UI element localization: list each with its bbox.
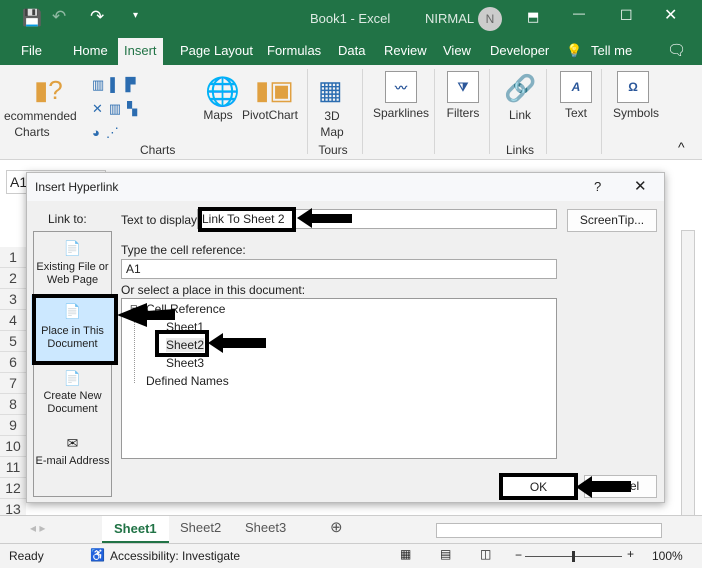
arrow-icon: [576, 476, 631, 498]
arrow-icon: [297, 208, 352, 228]
tab-data[interactable]: Data: [338, 43, 365, 58]
maps-button[interactable]: Maps: [200, 108, 236, 122]
customize-qat-icon[interactable]: ▾: [133, 10, 138, 21]
row-header[interactable]: 7: [0, 373, 26, 394]
vertical-scrollbar[interactable]: [681, 230, 695, 517]
globe-icon: 🌐: [205, 76, 240, 107]
chart-type-icons[interactable]: ▥▌▛ ✕▥▚ ◕⋰: [92, 73, 143, 145]
accessibility-icon: ♿: [90, 548, 105, 562]
sheet-tab-2[interactable]: Sheet2: [180, 520, 221, 535]
recommended-charts-icon: ▮?: [34, 75, 63, 105]
recommended-charts-button[interactable]: ecommended Charts: [4, 108, 77, 140]
3d-map-icon: ▦: [318, 75, 343, 105]
arrow-icon: [208, 333, 266, 353]
filters-icon: ⧩: [447, 71, 479, 103]
save-icon[interactable]: 💾: [22, 8, 42, 28]
tab-insert[interactable]: Insert: [118, 38, 163, 65]
row-header[interactable]: 4: [0, 310, 26, 331]
row-header[interactable]: 6: [0, 352, 26, 373]
annotation-arrows: [117, 208, 631, 498]
row-header[interactable]: 3: [0, 289, 26, 310]
zoom-level: 100%: [652, 549, 683, 563]
tours-group-label: Tours: [318, 143, 348, 157]
row-header[interactable]: 5: [0, 331, 26, 352]
insert-hyperlink-dialog: Insert Hyperlink ? ✕ Link to: 📄 Existing…: [26, 172, 665, 503]
tab-home[interactable]: Home: [73, 43, 108, 58]
row-header[interactable]: 8: [0, 394, 26, 415]
row-header[interactable]: 11: [0, 457, 26, 478]
links-group-label: Links: [505, 143, 534, 157]
tab-developer[interactable]: Developer: [490, 43, 549, 58]
menu-tabs: File Home Insert Page Layout Formulas Da…: [0, 38, 702, 65]
charts-group-label: Charts: [140, 143, 176, 157]
normal-view-icon[interactable]: ▦: [400, 547, 411, 561]
tell-me[interactable]: Tell me: [591, 43, 632, 58]
row-header[interactable]: 1: [0, 247, 26, 268]
text-icon: A: [560, 71, 592, 103]
ribbon-display-icon[interactable]: ⬒: [527, 9, 539, 25]
link-button[interactable]: Link: [500, 108, 540, 122]
status-bar: Ready ♿ Accessibility: Investigate ▦ ▤ ◫…: [0, 543, 702, 568]
3d-map-button[interactable]: 3D Map: [312, 108, 352, 140]
tab-page-layout[interactable]: Page Layout: [180, 43, 253, 58]
ribbon: ▮? ecommended Charts ▥▌▛ ✕▥▚ ◕⋰ 🌐 Maps ▮▣ …: [0, 65, 702, 160]
page-break-view-icon[interactable]: ◫: [480, 547, 491, 561]
new-sheet-icon[interactable]: ⊕: [330, 518, 343, 536]
avatar[interactable]: N: [478, 7, 502, 31]
sparklines-button[interactable]: Sparklines: [370, 106, 432, 120]
arrow-icon: [117, 303, 175, 327]
link-icon: 🔗: [504, 73, 537, 103]
row-header[interactable]: 2: [0, 268, 26, 289]
sheet-tabs-bar: ◂ ▸ Sheet1 Sheet2 Sheet3 ⊕: [0, 515, 702, 543]
text-button[interactable]: Text: [556, 106, 596, 120]
lightbulb-icon: 💡: [566, 43, 583, 58]
zoom-slider-thumb[interactable]: [572, 551, 575, 562]
undo-icon[interactable]: ↶: [52, 7, 66, 27]
scroll-tabs-icon[interactable]: ◂ ▸: [30, 521, 45, 535]
minimize-icon[interactable]: —: [573, 6, 585, 20]
pivotchart-icon: ▮▣: [255, 75, 294, 105]
tab-review[interactable]: Review: [384, 43, 427, 58]
status-ready: Ready: [9, 549, 44, 563]
title-bar: 💾 ↶ ↷ ▾ Book1 - Excel NIRMAL N ⬒ — ☐ ✕: [0, 0, 702, 38]
horizontal-scrollbar[interactable]: [436, 523, 662, 538]
symbols-button[interactable]: Symbols: [608, 106, 664, 120]
row-header[interactable]: 10: [0, 436, 26, 457]
user-name: NIRMAL: [425, 11, 475, 26]
page-layout-view-icon[interactable]: ▤: [440, 547, 451, 561]
symbols-icon: Ω: [617, 71, 649, 103]
collapse-ribbon-icon[interactable]: ^: [678, 139, 685, 155]
close-icon[interactable]: ✕: [664, 5, 677, 25]
redo-icon[interactable]: ↷: [90, 7, 104, 27]
row-header[interactable]: 9: [0, 415, 26, 436]
accessibility-status[interactable]: Accessibility: Investigate: [110, 549, 240, 563]
tab-file[interactable]: File: [21, 43, 42, 58]
pivotchart-button[interactable]: PivotChart: [238, 108, 302, 122]
tab-formulas[interactable]: Formulas: [267, 43, 321, 58]
maximize-icon[interactable]: ☐: [620, 7, 633, 24]
zoom-in-icon[interactable]: +: [627, 547, 634, 561]
zoom-out-icon[interactable]: −: [515, 548, 522, 562]
sheet-tab-3[interactable]: Sheet3: [245, 520, 286, 535]
filters-button[interactable]: Filters: [440, 106, 486, 120]
sparklines-icon: 〰: [385, 71, 417, 103]
tab-view[interactable]: View: [443, 43, 471, 58]
comments-icon[interactable]: 🗨: [667, 41, 686, 59]
window-title: Book1 - Excel: [310, 11, 391, 26]
row-header[interactable]: 12: [0, 478, 26, 499]
sheet-tab-1[interactable]: Sheet1: [102, 516, 169, 543]
